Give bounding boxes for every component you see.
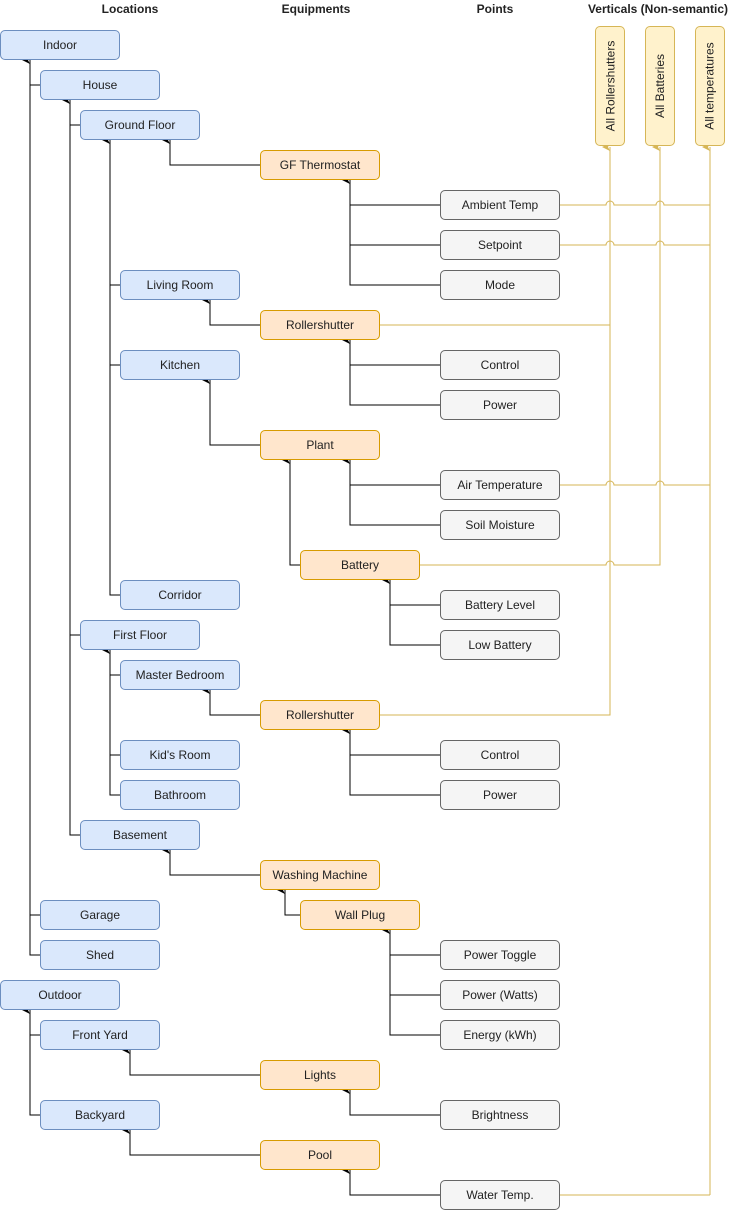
- edge-brightness-lights: [342, 1086, 440, 1116]
- edge-ambient-thermo: [342, 176, 440, 206]
- point-setpoint[interactable]: Setpoint: [440, 230, 560, 260]
- edge-battery-plant: [282, 456, 300, 566]
- edge-mode-thermo: [349, 245, 440, 286]
- edge-plant-kitchen: [202, 376, 260, 446]
- point-control-living[interactable]: Control: [440, 350, 560, 380]
- point-power-living[interactable]: Power: [440, 390, 560, 420]
- location-corridor[interactable]: Corridor: [120, 580, 240, 610]
- edge-airtemp-plant: [342, 456, 440, 486]
- edge-rs-mb: [202, 686, 260, 716]
- edge-control-rs1: [342, 336, 440, 366]
- location-backyard[interactable]: Backyard: [40, 1100, 160, 1130]
- vertical-all-rollershutters[interactable]: All Rollershutters: [595, 26, 625, 146]
- edge-wm-basement: [162, 846, 260, 876]
- edge-by-outdoor: [29, 1035, 40, 1116]
- vertical-label: All temperatures: [703, 42, 717, 130]
- edge-watertemp-pool: [342, 1166, 440, 1196]
- edge-power-rs2: [349, 755, 440, 796]
- edge-kitchen-gf: [109, 285, 120, 366]
- point-mode[interactable]: Mode: [440, 270, 560, 300]
- edge-fy-outdoor: [22, 1006, 40, 1036]
- vedge-ambient: [560, 200, 710, 206]
- edge-corridor-gf: [109, 365, 120, 596]
- point-power-watts[interactable]: Power (Watts): [440, 980, 560, 1010]
- point-power-toggle[interactable]: Power Toggle: [440, 940, 560, 970]
- vertical-label: All Rollershutters: [603, 40, 618, 132]
- header-points: Points: [476, 2, 514, 16]
- location-living-room[interactable]: Living Room: [120, 270, 240, 300]
- equipment-washing-machine[interactable]: Washing Machine: [260, 860, 380, 890]
- location-basement[interactable]: Basement: [80, 820, 200, 850]
- point-power-bedroom[interactable]: Power: [440, 780, 560, 810]
- point-ambient-temp[interactable]: Ambient Temp: [440, 190, 560, 220]
- vertical-all-batteries[interactable]: All Batteries: [645, 26, 675, 146]
- header-verticals: Verticals (Non-semantic): [587, 2, 729, 16]
- location-ground-floor[interactable]: Ground Floor: [80, 110, 200, 140]
- edge-batlevel-battery: [382, 576, 440, 606]
- location-garage[interactable]: Garage: [40, 900, 160, 930]
- edge-rs-lr: [202, 296, 260, 326]
- edge-setpoint-thermo: [349, 205, 440, 246]
- point-air-temperature[interactable]: Air Temperature: [440, 470, 560, 500]
- location-shed[interactable]: Shed: [40, 940, 160, 970]
- edge-mb-ff: [102, 646, 120, 676]
- header-locations: Locations: [101, 2, 159, 16]
- edge-control-rs2: [342, 726, 440, 756]
- edge-ff-house: [69, 125, 80, 636]
- edge-kwh-plug: [389, 995, 440, 1036]
- equipment-pool[interactable]: Pool: [260, 1140, 380, 1170]
- point-soil-moisture[interactable]: Soil Moisture: [440, 510, 560, 540]
- equipment-gf-thermostat[interactable]: GF Thermostat: [260, 150, 380, 180]
- edge-thermostat-gf: [162, 136, 260, 166]
- point-water-temp[interactable]: Water Temp.: [440, 1180, 560, 1210]
- edge-gf-house: [62, 96, 80, 126]
- edge-garage-indoor: [29, 60, 40, 916]
- point-brightness[interactable]: Brightness: [440, 1100, 560, 1130]
- equipment-battery[interactable]: Battery: [300, 550, 420, 580]
- point-energy-kwh[interactable]: Energy (kWh): [440, 1020, 560, 1050]
- equipment-lights[interactable]: Lights: [260, 1060, 380, 1090]
- edge-plug-wm: [277, 886, 300, 916]
- location-first-floor[interactable]: First Floor: [80, 620, 200, 650]
- header-equipments: Equipments: [281, 2, 351, 16]
- edge-lr-gf: [102, 136, 120, 286]
- location-indoor[interactable]: Indoor: [0, 30, 120, 60]
- vedge-airtemp: [560, 480, 710, 486]
- equipment-wall-plug[interactable]: Wall Plug: [300, 900, 420, 930]
- location-kitchen[interactable]: Kitchen: [120, 350, 240, 380]
- vertical-label: All Batteries: [653, 53, 667, 119]
- edge-pool-by: [122, 1126, 260, 1156]
- point-control-bedroom[interactable]: Control: [440, 740, 560, 770]
- edge-lowbat-battery: [389, 605, 440, 646]
- edge-toggle-plug: [382, 926, 440, 956]
- edge-basement-house: [69, 635, 80, 836]
- point-battery-level[interactable]: Battery Level: [440, 590, 560, 620]
- equipment-rollershutter-bedroom[interactable]: Rollershutter: [260, 700, 380, 730]
- location-front-yard[interactable]: Front Yard: [40, 1020, 160, 1050]
- edge-soil-plant: [349, 485, 440, 526]
- location-bathroom[interactable]: Bathroom: [120, 780, 240, 810]
- edge-house-indoor: [22, 56, 40, 86]
- vertical-all-temperatures[interactable]: All temperatures: [695, 26, 725, 146]
- equipment-plant[interactable]: Plant: [260, 430, 380, 460]
- edge-power-rs1: [349, 365, 440, 406]
- edge-kids-ff: [109, 675, 120, 756]
- edge-watts-plug: [389, 955, 440, 996]
- location-master-bedroom[interactable]: Master Bedroom: [120, 660, 240, 690]
- edge-shed-indoor: [29, 915, 40, 956]
- location-house[interactable]: House: [40, 70, 160, 100]
- edge-bath-ff: [109, 755, 120, 796]
- edge-lights-fy: [122, 1046, 260, 1076]
- point-low-battery[interactable]: Low Battery: [440, 630, 560, 660]
- location-kids-room[interactable]: Kid's Room: [120, 740, 240, 770]
- location-outdoor[interactable]: Outdoor: [0, 980, 120, 1010]
- equipment-rollershutter-living[interactable]: Rollershutter: [260, 310, 380, 340]
- vedge-setpoint: [560, 240, 710, 246]
